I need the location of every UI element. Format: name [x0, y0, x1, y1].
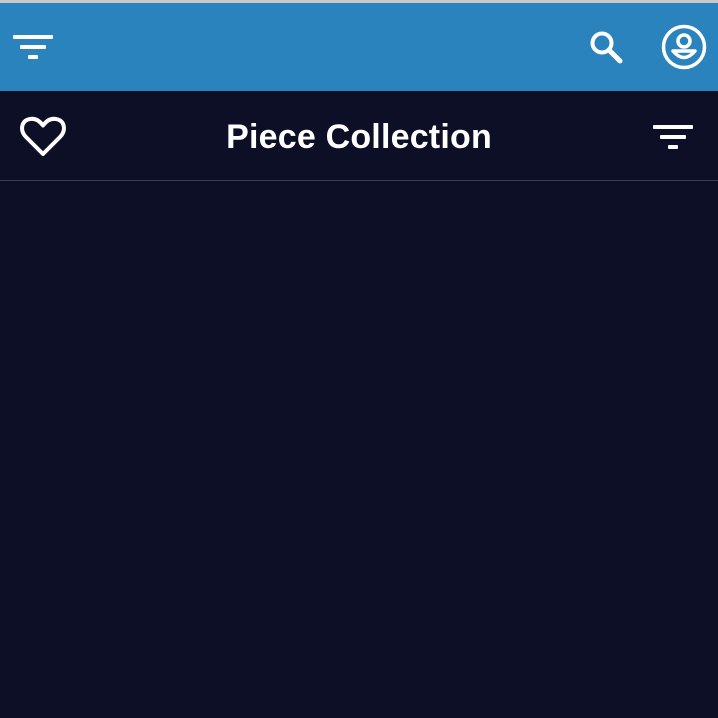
collection-content	[0, 181, 718, 718]
search-button[interactable]	[580, 23, 632, 71]
collection-header: Piece Collection	[0, 91, 718, 181]
app-screen: Piece Collection	[0, 0, 718, 718]
account-circle-icon	[661, 24, 707, 70]
filter-icon	[653, 125, 693, 149]
heart-outline-icon	[20, 116, 66, 156]
filter-button[interactable]	[6, 23, 60, 71]
favorites-button[interactable]	[14, 111, 72, 163]
top-app-bar	[0, 3, 718, 91]
account-button[interactable]	[656, 19, 712, 75]
filter-icon	[13, 35, 53, 59]
sort-filter-button[interactable]	[646, 113, 700, 161]
search-icon	[590, 31, 623, 64]
page-title: Piece Collection	[226, 118, 492, 156]
